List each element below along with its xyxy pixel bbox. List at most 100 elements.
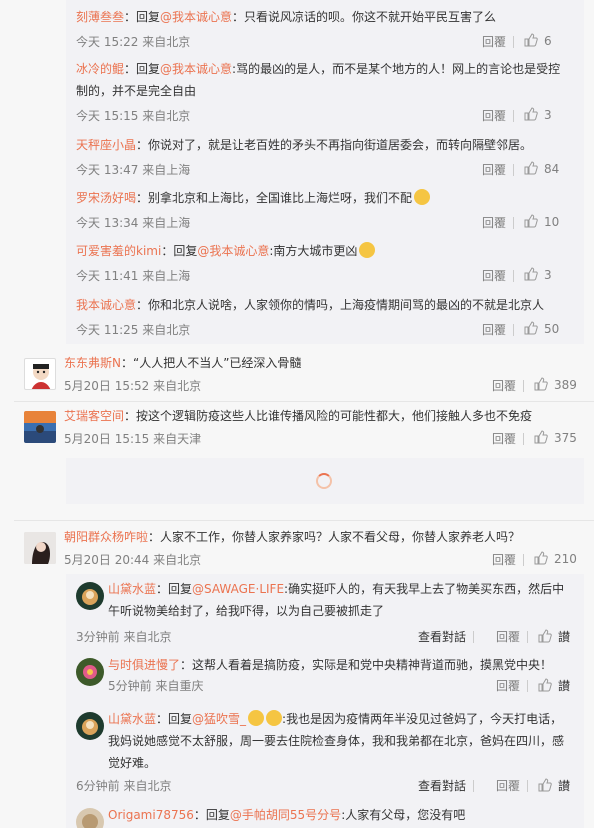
reply-text: 刻薄叁叁：回复@我本诚心意：只看说风凉话的呗。你这不就开始平民互害了么 (76, 6, 570, 28)
reply-button[interactable]: 回覆 (496, 777, 520, 794)
thumbs-up-icon (534, 551, 548, 565)
reply-item: 山黛水蓝：回复@猛吹雪_:我也是因为疫情两年半没见过爸妈了，今天打电话，我妈说她… (66, 708, 584, 794)
thumbs-up-icon (534, 430, 548, 444)
reply-username[interactable]: 我本诚心意 (76, 298, 136, 312)
comment-username[interactable]: 艾瑞客空间 (64, 409, 124, 423)
reply-time: 今天 11:25 来自北京 (76, 323, 191, 337)
like-button[interactable]: 讃 (538, 677, 574, 694)
reply-item: 可爱害羞的kimi：回复@我本诚心意:南方大城市更凶 今天 11:41 来自上海… (66, 240, 584, 286)
reply-button[interactable]: 回覆 (482, 214, 506, 231)
reply-button[interactable]: 回覆 (492, 377, 516, 394)
avatar[interactable] (76, 582, 104, 610)
avatar-image (82, 719, 98, 735)
reply-username[interactable]: 山黛水蓝 (108, 582, 156, 596)
comment-item: 东东弗斯N：“人人把人不当人”已经深入骨髓 5月20日 15:52 来自北京 回… (0, 352, 594, 398)
like-button[interactable]: 50 (524, 321, 570, 336)
reply-text: 山黛水蓝：回复@SAWAGE·LIFE:确实挺吓人的，有天我早上去了物美买东西，… (108, 578, 574, 622)
like-label: 讃 (558, 679, 571, 693)
reply-username[interactable]: 冰冷的鲲 (76, 62, 124, 76)
reply-item: 我本诚心意：你和北京人说啥，人家领你的情吗，上海疫情期间骂的最凶的不就是北京人 … (66, 294, 584, 340)
like-count: 3 (544, 268, 552, 282)
reply-time: 今天 13:47 来自上海 (76, 163, 191, 177)
reply-button[interactable]: 回覆 (496, 628, 520, 645)
reply-time: 今天 13:34 来自上海 (76, 216, 191, 230)
avatar[interactable] (76, 712, 104, 740)
like-button[interactable]: 210 (534, 551, 580, 566)
avatar[interactable] (24, 358, 56, 390)
like-button[interactable]: 3 (524, 107, 570, 122)
reply-mention[interactable]: @我本诚心意 (160, 62, 232, 76)
reply-mention[interactable]: @我本诚心意 (197, 244, 269, 258)
reply-username[interactable]: 罗宋汤好喝 (76, 191, 136, 205)
reply-button[interactable]: 回覆 (496, 677, 520, 694)
reply-meta: 今天 11:25 来自北京 回覆 50 (76, 321, 570, 339)
comment-text: 东东弗斯N：“人人把人不当人”已经深入骨髓 (64, 352, 580, 374)
like-button[interactable]: 6 (524, 33, 570, 48)
reply-button[interactable]: 回覆 (482, 267, 506, 284)
like-button[interactable]: 10 (524, 214, 570, 229)
reply-username[interactable]: 与时俱进慢了 (108, 658, 180, 672)
reply-username[interactable]: 山黛水蓝 (108, 712, 156, 726)
emoji-icon (359, 242, 376, 258)
comment-time: 5月20日 15:52 来自北京 (64, 379, 202, 393)
reply-body: 你和北京人说啥，人家领你的情吗，上海疫情期间骂的最凶的不就是北京人 (148, 298, 545, 312)
reply-item: Origami78756：回复@手帕胡同55号分号:人家有父母，您没有吧 (66, 804, 584, 828)
reply-body: ：只看说风凉话的呗。你这不就开始平民互害了么 (232, 10, 497, 24)
reply-mention[interactable]: @猛吹雪_ (192, 712, 246, 726)
reply-button[interactable]: 回覆 (482, 107, 506, 124)
reply-username[interactable]: 刻薄叁叁 (76, 10, 124, 24)
sub-replies-box: 山黛水蓝：回复@SAWAGE·LIFE:确实挺吓人的，有天我早上去了物美买东西，… (66, 574, 584, 828)
comment-meta: 5月20日 15:52 来自北京 回覆 389 (64, 377, 580, 395)
reply-prefix: ： (180, 658, 193, 672)
avatar[interactable] (24, 532, 56, 564)
like-button[interactable]: 375 (534, 430, 580, 445)
reply-button[interactable]: 回覆 (482, 161, 506, 178)
comment-username[interactable]: 东东弗斯N (64, 356, 121, 370)
reply-mention[interactable]: @我本诚心意 (160, 10, 232, 24)
avatar[interactable] (24, 411, 56, 443)
reply-username[interactable]: Origami78756 (108, 808, 194, 822)
like-button[interactable]: 389 (534, 377, 580, 392)
like-button[interactable]: 3 (524, 267, 570, 282)
comment-body: “人人把人不当人”已经深入骨髓 (133, 356, 302, 370)
reply-item: 罗宋汤好喝：别拿北京和上海比，全国谁比上海烂呀，我们不配 今天 13:34 来自… (66, 187, 584, 233)
like-button[interactable]: 讃 (538, 628, 574, 645)
reply-body: 别拿北京和上海比，全国谁比上海烂呀，我们不配 (148, 191, 413, 205)
like-count: 375 (554, 431, 577, 445)
avatar-image (24, 411, 56, 443)
view-conversation-link[interactable]: 查看對話 (418, 628, 466, 645)
reply-time: 今天 15:22 来自北京 (76, 35, 191, 49)
reply-time: 6分钟前 来自北京 (76, 779, 172, 793)
like-button[interactable]: 84 (524, 161, 570, 176)
reply-prefix: ：回复 (124, 62, 161, 76)
avatar[interactable] (76, 808, 104, 828)
reply-button[interactable]: 回覆 (492, 430, 516, 447)
reply-username[interactable]: 可爱害羞的kimi (76, 244, 161, 258)
reply-button[interactable]: 回覆 (482, 321, 506, 338)
reply-item: 刻薄叁叁：回复@我本诚心意：只看说风凉话的呗。你这不就开始平民互害了么 今天 1… (66, 6, 584, 52)
reply-mention[interactable]: @SAWAGE·LIFE (192, 582, 284, 596)
nested-replies-box: 刻薄叁叁：回复@我本诚心意：只看说风凉话的呗。你这不就开始平民互害了么 今天 1… (66, 0, 584, 344)
reply-prefix: ： (136, 138, 149, 152)
comment-item: 朝阳群众杨咋啦：人家不工作，你替人家养家吗？人家不看父母，你替人家养老人吗？ 5… (0, 526, 594, 572)
view-conversation-link[interactable]: 查看對話 (418, 777, 466, 794)
like-count: 84 (544, 162, 560, 176)
reply-text: 我本诚心意：你和北京人说啥，人家领你的情吗，上海疫情期间骂的最凶的不就是北京人 (76, 294, 570, 316)
like-count: 389 (554, 378, 577, 392)
reply-time: 5分钟前 来自重庆 (108, 679, 204, 693)
like-button[interactable]: 讃 (538, 777, 574, 794)
reply-button[interactable]: 回覆 (492, 551, 516, 568)
thumbs-up-icon (538, 778, 552, 792)
avatar-image (83, 665, 97, 679)
comment-username[interactable]: 朝阳群众杨咋啦 (64, 530, 148, 544)
comment-time: 5月20日 20:44 来自北京 (64, 553, 202, 567)
reply-mention[interactable]: @手帕胡同55号分号 (230, 808, 341, 822)
reply-text: 罗宋汤好喝：别拿北京和上海比，全国谁比上海烂呀，我们不配 (76, 187, 570, 209)
like-label: 讃 (558, 779, 571, 793)
thumbs-up-icon (524, 321, 538, 335)
reply-button[interactable]: 回覆 (482, 33, 506, 50)
avatar[interactable] (76, 658, 104, 686)
avatar-image (82, 589, 98, 605)
reply-username[interactable]: 天秤座小晶 (76, 138, 136, 152)
reply-prefix: ：回复 (161, 244, 198, 258)
